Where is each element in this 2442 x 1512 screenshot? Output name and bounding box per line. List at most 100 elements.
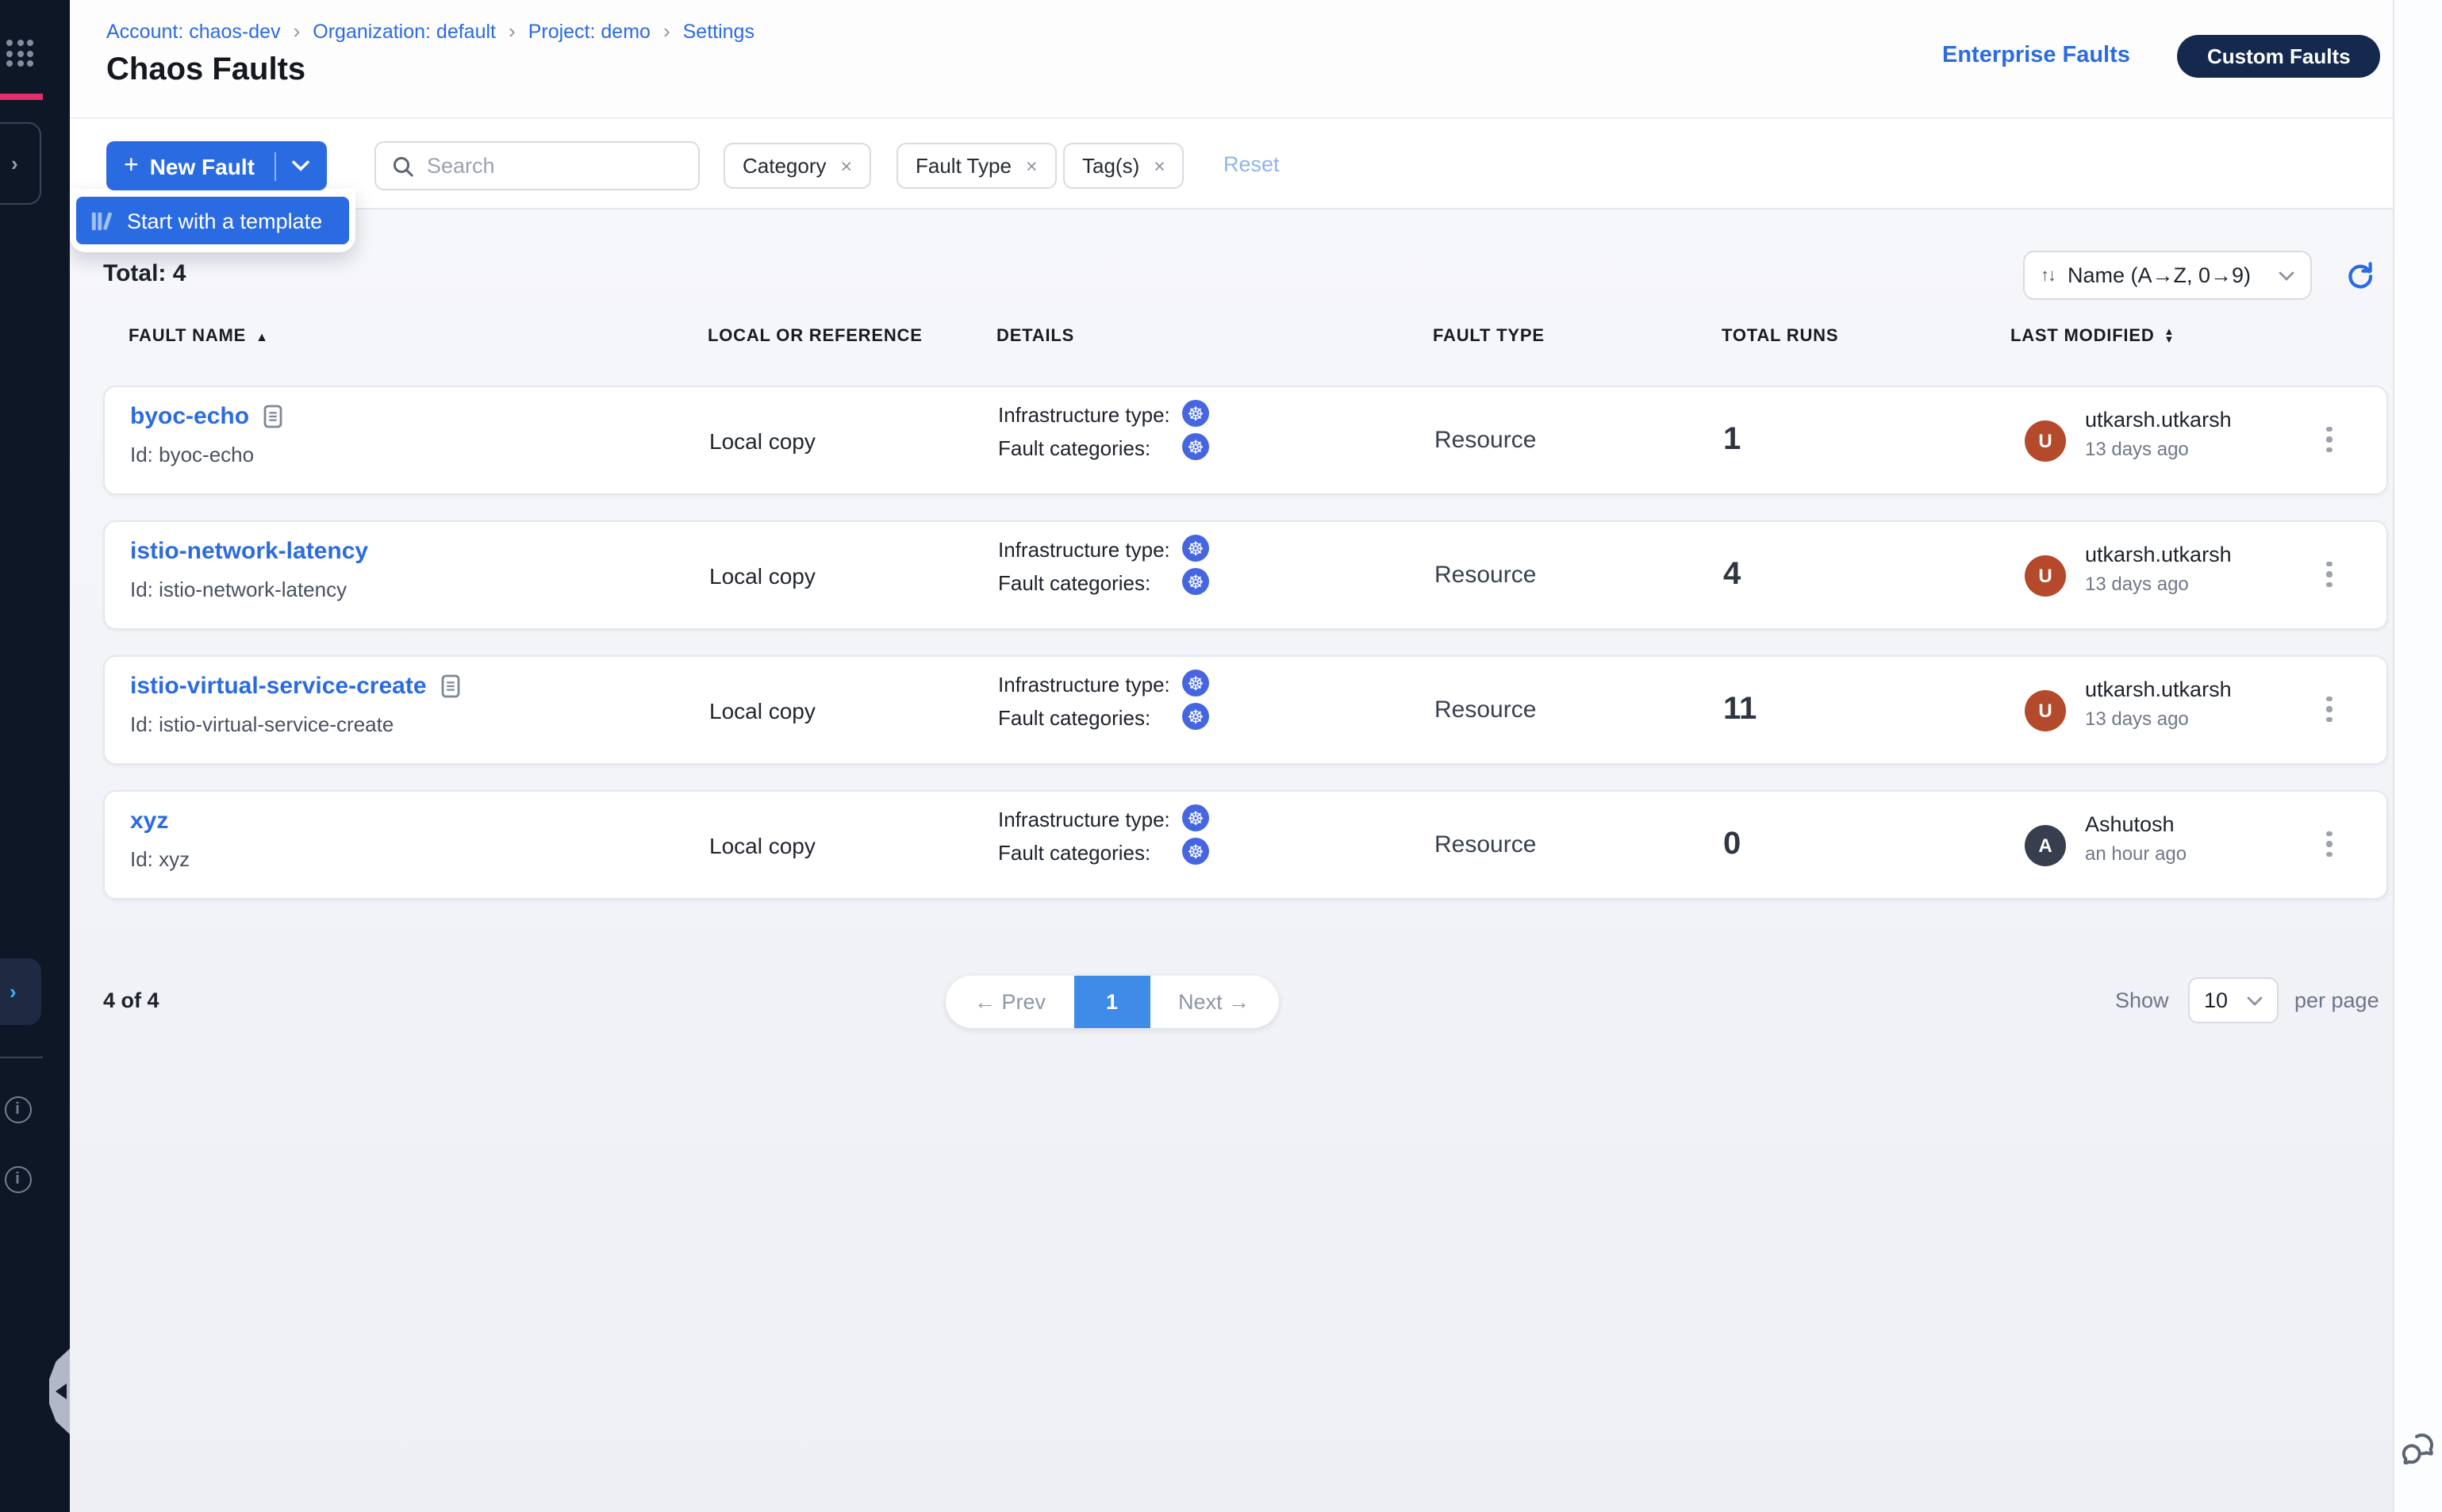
pagination-count: 4 of 4 — [103, 988, 159, 1012]
fault-doc-icon — [263, 405, 282, 428]
info-icon[interactable]: i — [4, 1166, 31, 1193]
kubernetes-icon: ☸ — [1182, 804, 1209, 831]
support-chat-button[interactable] — [2398, 1429, 2440, 1480]
fault-name: xyz — [130, 808, 168, 835]
new-fault-button[interactable]: + New Fault — [106, 141, 328, 190]
page-title: Chaos Faults — [106, 52, 305, 89]
page-1-button[interactable]: 1 — [1074, 976, 1150, 1028]
show-label: Show — [2115, 988, 2169, 1012]
filter-chip-fault-type[interactable]: Fault Type × — [897, 143, 1057, 189]
breadcrumb-settings[interactable]: Settings — [683, 20, 754, 42]
app-launcher-icon[interactable] — [6, 40, 33, 67]
modified-time: 13 days ago — [2085, 573, 2189, 595]
total-runs-value: 0 — [1723, 827, 1741, 863]
local-or-reference-value: Local copy — [709, 563, 816, 589]
column-fault-name[interactable]: FAULT NAME▲ — [129, 327, 269, 346]
content-edge-divider — [2393, 0, 2394, 1512]
chevron-right-icon: › — [10, 980, 17, 1004]
right-gutter — [2394, 0, 2442, 1512]
rail-divider — [0, 1057, 43, 1058]
fault-categories-line: Fault categories: ☸ — [998, 706, 1150, 730]
modified-by-user: utkarsh.utkarsh — [2085, 408, 2232, 432]
chip-label: Fault Type — [916, 154, 1012, 178]
avatar: U — [2025, 690, 2066, 731]
local-or-reference-value: Local copy — [709, 428, 816, 454]
chat-bubbles-icon — [2398, 1429, 2440, 1472]
breadcrumb-separator: › — [294, 19, 301, 43]
row-menu-button[interactable] — [2320, 558, 2338, 590]
breadcrumb-account[interactable]: Account: chaos-dev — [106, 20, 281, 42]
page-size-select[interactable]: 10 — [2188, 977, 2279, 1023]
fault-name-link[interactable]: byoc-echo — [130, 403, 282, 430]
per-page-label: per page — [2294, 988, 2379, 1012]
modified-by-user: Ashutosh — [2085, 812, 2175, 836]
row-menu-button[interactable] — [2320, 424, 2338, 455]
sort-label: Name (A→Z, 0→9) — [2068, 263, 2279, 287]
sort-arrows-icon: ↑↓ — [2041, 266, 2055, 285]
row-menu-button[interactable] — [2320, 693, 2338, 725]
fault-type-value: Resource — [1434, 562, 1536, 589]
close-icon[interactable]: × — [841, 155, 853, 177]
breadcrumb-separator: › — [663, 19, 670, 43]
column-details: DETAILS — [996, 327, 1074, 346]
filter-chip-category[interactable]: Category × — [724, 143, 871, 189]
template-library-icon — [90, 209, 114, 232]
fault-name-link[interactable]: xyz — [130, 808, 168, 835]
fault-row[interactable]: istio-network-latency Id: istio-network-… — [103, 520, 2388, 630]
chevron-right-icon: › — [11, 152, 18, 175]
pagination-control: ← Prev 1 Next → — [946, 976, 1278, 1028]
infrastructure-type-line: Infrastructure type: ☸ — [998, 673, 1170, 697]
avatar: U — [2025, 420, 2066, 462]
enterprise-faults-link[interactable]: Enterprise Faults — [1942, 43, 2130, 68]
table-header: FAULT NAME▲ LOCAL OR REFERENCE DETAILS F… — [103, 327, 2388, 352]
sort-both-icon: ▲▼ — [2164, 328, 2175, 345]
custom-faults-button[interactable]: Custom Faults — [2177, 35, 2381, 78]
total-runs-value: 11 — [1723, 692, 1757, 728]
chevron-down-icon — [2247, 996, 2263, 1005]
chevron-down-icon[interactable] — [293, 160, 310, 171]
collapse-arrow-icon — [56, 1383, 67, 1399]
breadcrumb-project[interactable]: Project: demo — [528, 20, 651, 42]
info-icon[interactable]: i — [4, 1096, 31, 1123]
next-page-button[interactable]: Next → — [1150, 976, 1278, 1028]
chaos-faults-page: › › i i Account: chaos-dev › Organizatio… — [0, 0, 2442, 1512]
prev-page-button[interactable]: ← Prev — [946, 976, 1074, 1028]
refresh-button[interactable] — [2344, 259, 2375, 290]
infrastructure-type-line: Infrastructure type: ☸ — [998, 403, 1170, 427]
infrastructure-type-line: Infrastructure type: ☸ — [998, 538, 1170, 562]
breadcrumb-separator: › — [509, 19, 516, 43]
close-icon[interactable]: × — [1154, 155, 1165, 177]
fault-name-link[interactable]: istio-virtual-service-create — [130, 673, 460, 700]
fault-row[interactable]: istio-virtual-service-create Id: istio-v… — [103, 655, 2388, 765]
nav-expand-button-bottom[interactable]: › — [0, 958, 41, 1025]
modified-time: 13 days ago — [2085, 708, 2189, 730]
fault-name: istio-network-latency — [130, 538, 368, 565]
fault-row[interactable]: byoc-echo Id: byoc-echo Local copy Infra… — [103, 386, 2388, 495]
local-or-reference-value: Local copy — [709, 698, 816, 723]
nav-expand-button-top[interactable]: › — [0, 122, 41, 205]
sort-asc-icon: ▲ — [255, 329, 269, 343]
search-input[interactable] — [427, 154, 665, 178]
fault-row[interactable]: xyz Id: xyz Local copy Infrastructure ty… — [103, 790, 2388, 900]
reset-filters-link[interactable]: Reset — [1223, 152, 1280, 176]
row-menu-button[interactable] — [2320, 828, 2338, 860]
filter-chip-tags[interactable]: Tag(s) × — [1063, 143, 1185, 189]
total-runs-value: 4 — [1723, 557, 1741, 593]
new-fault-label: New Fault — [150, 153, 255, 178]
chevron-down-icon — [2279, 271, 2294, 280]
fault-name: istio-virtual-service-create — [130, 673, 427, 700]
kubernetes-icon: ☸ — [1182, 568, 1209, 595]
column-last-modified[interactable]: LAST MODIFIED ▲▼ — [2010, 327, 2175, 346]
fault-name-link[interactable]: istio-network-latency — [130, 538, 368, 565]
kubernetes-icon: ☸ — [1182, 433, 1209, 460]
kubernetes-icon: ☸ — [1182, 838, 1209, 865]
fault-id: Id: istio-network-latency — [130, 578, 347, 601]
brand-accent-bar — [0, 94, 43, 99]
column-local-or-reference: LOCAL OR REFERENCE — [708, 327, 923, 346]
close-icon[interactable]: × — [1026, 155, 1038, 177]
sort-dropdown[interactable]: ↑↓ Name (A→Z, 0→9) — [2023, 251, 2312, 300]
page-size-value: 10 — [2204, 988, 2247, 1012]
fault-id: Id: byoc-echo — [130, 443, 254, 466]
start-with-template-item[interactable]: Start with a template — [76, 197, 349, 244]
breadcrumb-organization[interactable]: Organization: default — [313, 20, 496, 42]
